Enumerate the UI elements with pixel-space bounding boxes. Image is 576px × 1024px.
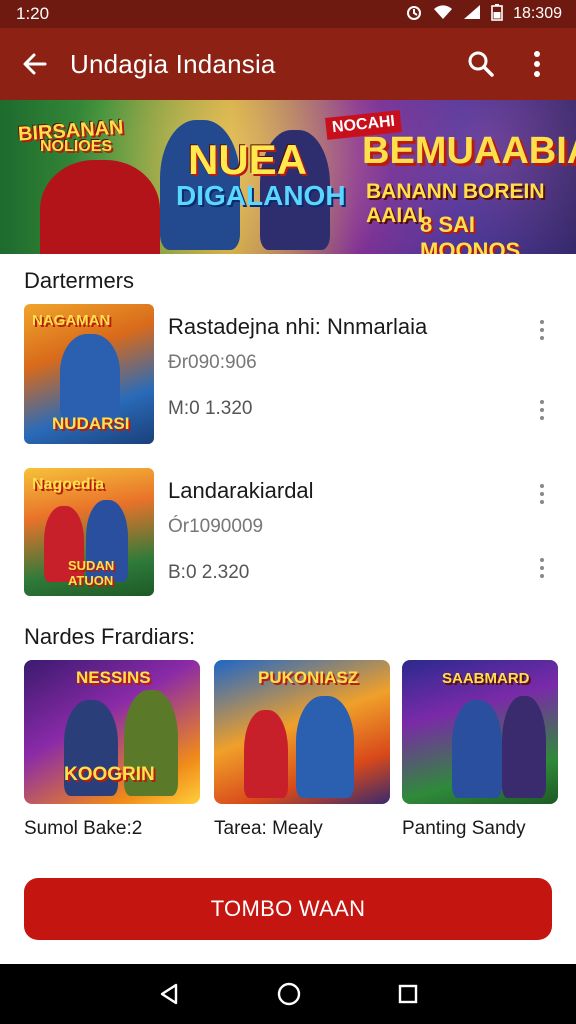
status-time: 1:20 (16, 4, 50, 23)
battery-icon (491, 3, 503, 26)
list-item[interactable]: Nagoedia SUDAN ATUON Landarakiardal Ór10… (24, 468, 552, 598)
back-triangle-icon[interactable] (157, 982, 181, 1006)
search-button[interactable] (450, 28, 512, 100)
game-card-image: SAABMARD (402, 660, 558, 804)
primary-cta-button[interactable]: TOMBO WAAN (24, 878, 552, 940)
list-item-meta: M:0 1.320 (168, 398, 253, 419)
wifi-icon (433, 4, 453, 25)
item-menu-icon[interactable] (532, 482, 552, 506)
app-bar: Undagia Indansia (0, 28, 576, 100)
game-card[interactable]: NESSINS KOOGRIN Sumol Bake:2 (24, 660, 200, 840)
list-item-subtitle: Ðr090:906 (168, 352, 257, 373)
card-character (244, 710, 288, 798)
item-menu-icon[interactable] (532, 556, 552, 580)
thumb-text-top: Nagoedia (32, 476, 105, 493)
game-card-image: NESSINS KOOGRIN (24, 660, 200, 804)
game-card-label: Panting Sandy (402, 818, 526, 839)
card-text-bottom: KOOGRIN (64, 764, 155, 785)
list-item-thumbnail: NAGAMAN NUDARSI (24, 304, 154, 444)
banner-text-right-3: 8 SAI MOONOS (420, 212, 521, 254)
card-text-top: SAABMARD (442, 670, 530, 687)
recents-square-icon[interactable] (397, 983, 419, 1005)
more-options-button[interactable] (512, 28, 562, 100)
status-bar: 1:20 18:309 (0, 0, 576, 28)
card-character (452, 700, 502, 798)
more-vert-icon (534, 51, 540, 77)
game-card[interactable]: PUKONIASZ Tarea: Mealy (214, 660, 390, 840)
banner-text-right-1: BEMUAABIA (362, 130, 576, 172)
section-title-1: Dartermers (24, 268, 135, 293)
search-icon (468, 51, 494, 77)
list-item-thumbnail: Nagoedia SUDAN ATUON (24, 468, 154, 596)
item-menu-icon[interactable] (532, 318, 552, 342)
promo-banner[interactable]: BIRSANAN NOLIOES NUEA DIGALANOH NOCAHI B… (0, 100, 576, 254)
list-item-title: Rastadejna nhi: Nnmarlaia (168, 314, 428, 339)
status-icons: 18:309 (405, 3, 562, 26)
list-item-title: Landarakiardal (168, 478, 314, 503)
signal-icon (463, 4, 481, 25)
list-item-subtitle: Ór1090009 (168, 516, 264, 537)
thumb-text-bottom: SUDAN ATUON (68, 558, 115, 588)
card-character (502, 696, 546, 798)
page-title: Undagia Indansia (70, 48, 276, 79)
item-menu-icon[interactable] (532, 398, 552, 422)
thumb-text-top: NAGAMAN (32, 312, 111, 329)
card-character (296, 696, 354, 798)
list-item-meta: B:0 2.320 (168, 562, 250, 583)
home-circle-icon[interactable] (276, 981, 302, 1007)
banner-text-center-2: DIGALANOH (176, 180, 346, 211)
banner-text-center-1: NUEA (188, 136, 308, 183)
section-title-2: Nardes Frardiars: (24, 624, 196, 649)
card-text-top: PUKONIASZ (258, 668, 359, 687)
status-clock-right: 18:309 (513, 5, 562, 22)
alarm-icon (405, 3, 423, 26)
thumb-text-bottom: NUDARSI (52, 414, 130, 433)
list-item[interactable]: NAGAMAN NUDARSI Rastadejna nhi: Nnmarlai… (24, 304, 552, 444)
banner-text-left-2: NOLIOES (40, 138, 113, 155)
game-card-image: PUKONIASZ (214, 660, 390, 804)
game-card[interactable]: SAABMARD Panting Sandy (402, 660, 558, 840)
banner-character (40, 160, 160, 254)
card-text-top: NESSINS (76, 668, 151, 687)
game-card-label: Tarea: Mealy (214, 818, 323, 839)
game-card-label: Sumol Bake:2 (24, 818, 143, 839)
system-nav-bar (0, 964, 576, 1024)
thumb-character (60, 334, 120, 420)
